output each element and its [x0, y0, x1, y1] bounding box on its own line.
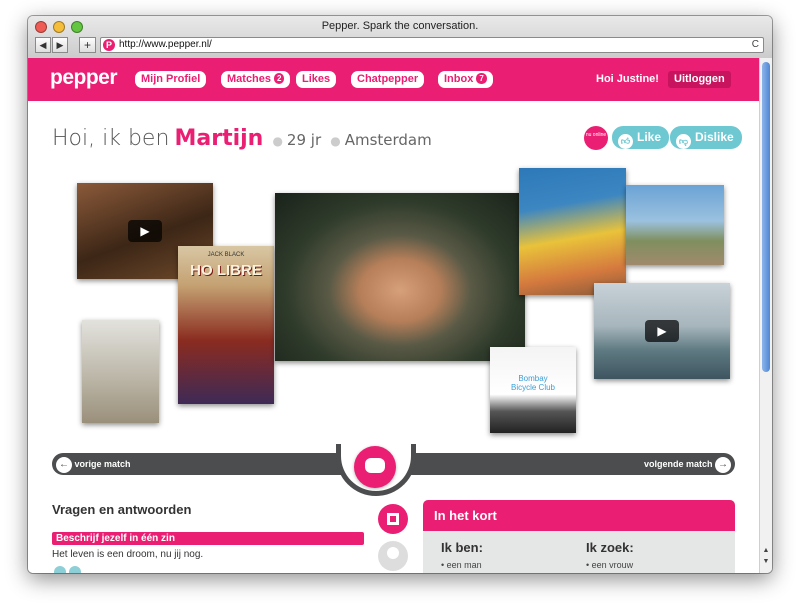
comment-answer-icon[interactable] — [69, 566, 81, 573]
browser-window: Pepper. Spark the conversation. ◀ ▶ + P … — [28, 16, 772, 573]
web-page: pepper Mijn Profiel Matches 2 Likes Chatp… — [28, 58, 759, 573]
profile-section-button[interactable] — [378, 504, 408, 534]
logout-button[interactable]: Uitloggen — [668, 71, 731, 88]
square-icon — [387, 513, 399, 525]
user-section-button[interactable] — [378, 541, 408, 571]
scrollbar-thumb[interactable] — [762, 62, 770, 372]
nav-chatpepper[interactable]: Chatpepper — [351, 71, 425, 88]
forward-button[interactable]: ▶ — [52, 37, 68, 53]
nav-label: Chatpepper — [357, 73, 419, 85]
yoga-photo[interactable] — [519, 168, 626, 295]
matches-count-badge: 2 — [274, 73, 285, 84]
summary-card: In het kort Ik ben: • een man Ik zoek: •… — [423, 500, 735, 573]
profile-intro: Hoi, ik ben — [52, 126, 170, 151]
next-match-button[interactable]: volgende match → — [644, 456, 731, 473]
movie-poster-photo[interactable]: JACK BLACK HO LIBRE — [178, 246, 274, 404]
reload-icon[interactable]: C — [752, 38, 759, 52]
arrow-left-icon: ← — [56, 457, 72, 473]
like-icon: 👍︎ — [618, 134, 633, 149]
back-button[interactable]: ◀ — [35, 37, 51, 53]
window-title: Pepper. Spark the conversation. — [321, 20, 479, 32]
arrow-right-icon: → — [715, 457, 731, 473]
pepper-logo[interactable]: pepper — [50, 66, 118, 90]
scroll-down-icon[interactable]: ▼ — [761, 558, 771, 568]
poster-title: HO LIBRE — [190, 262, 262, 279]
chat-button[interactable] — [354, 446, 396, 488]
online-status-badge: nu online — [584, 126, 608, 150]
site-navigation: pepper Mijn Profiel Matches 2 Likes Chatp… — [28, 58, 759, 101]
next-match-label: volgende match — [643, 459, 713, 469]
album-cover-photo[interactable]: Bombay Bicycle Club — [490, 347, 576, 433]
address-bar[interactable]: P http://www.pepper.nl/ C — [100, 37, 764, 53]
play-icon: ▶ — [645, 320, 679, 342]
main-profile-photo[interactable] — [275, 193, 525, 361]
camel-photo[interactable] — [626, 185, 724, 265]
separator-dot: ● — [272, 134, 283, 148]
pepper-favicon-icon: P — [103, 39, 115, 51]
like-button[interactable]: 👍︎ Like — [612, 126, 670, 149]
qa-question-label: Beschrijf jezelf in één zin — [52, 532, 364, 545]
scroll-up-icon[interactable]: ▲ — [761, 547, 771, 557]
poster-top-text: JACK BLACK — [207, 252, 245, 258]
chat-icon — [365, 458, 385, 473]
nav-mijn-profiel[interactable]: Mijn Profiel — [135, 71, 207, 88]
screenshot: Pepper. Spark the conversation. ◀ ▶ + P … — [0, 0, 800, 614]
nav-inbox[interactable]: Inbox 7 — [438, 71, 493, 88]
profile-age: 29 jr — [286, 131, 322, 149]
profile-name: Martijn — [174, 126, 264, 151]
summary-title: In het kort — [423, 500, 735, 531]
summary-i-am-title: Ik ben: — [441, 540, 483, 555]
nav-label: Matches — [227, 73, 272, 85]
previous-match-label: vorige match — [74, 459, 131, 469]
user-icon — [387, 547, 399, 559]
previous-match-button[interactable]: ← vorige match — [56, 456, 131, 473]
nav-likes[interactable]: Likes — [296, 71, 337, 88]
separator-dot: ● — [330, 134, 341, 148]
nav-label: Mijn Profiel — [141, 73, 201, 85]
dislike-icon: 👎︎ — [676, 134, 691, 149]
bath-photo[interactable] — [82, 320, 159, 423]
nav-matches[interactable]: Matches 2 — [221, 71, 291, 88]
dislike-button[interactable]: 👎︎ Dislike — [670, 126, 742, 149]
nav-label: Inbox — [444, 73, 474, 85]
qa-answer-text: Het leven is een droom, nu jij nog. — [52, 549, 204, 560]
surf-video-thumbnail[interactable]: ▶ — [594, 283, 730, 379]
play-icon: ▶ — [128, 220, 162, 242]
vertical-scrollbar[interactable]: ▲ ▼ — [759, 58, 772, 573]
summary-i-am-value: • een man — [441, 560, 482, 570]
url-text: http://www.pepper.nl/ — [119, 39, 212, 50]
profile-heading: Hoi, ik ben Martijn ● 29 jr ● Amsterdam — [52, 126, 432, 151]
nav-label: Likes — [302, 73, 331, 85]
summary-seeking-title: Ik zoek: — [586, 540, 634, 555]
summary-seeking-value: • een vrouw — [586, 560, 634, 570]
profile-city: Amsterdam — [344, 131, 432, 149]
user-greeting: Hoi Justine! — [596, 73, 659, 85]
like-label: Like — [637, 130, 662, 144]
add-bookmark-button[interactable]: + — [79, 37, 96, 53]
qa-section-title: Vragen en antwoorden — [52, 502, 192, 517]
inbox-count-badge: 7 — [476, 73, 487, 84]
dislike-label: Dislike — [695, 130, 734, 144]
like-answer-icon[interactable] — [54, 566, 66, 573]
album-title: Bombay Bicycle Club — [510, 374, 555, 392]
